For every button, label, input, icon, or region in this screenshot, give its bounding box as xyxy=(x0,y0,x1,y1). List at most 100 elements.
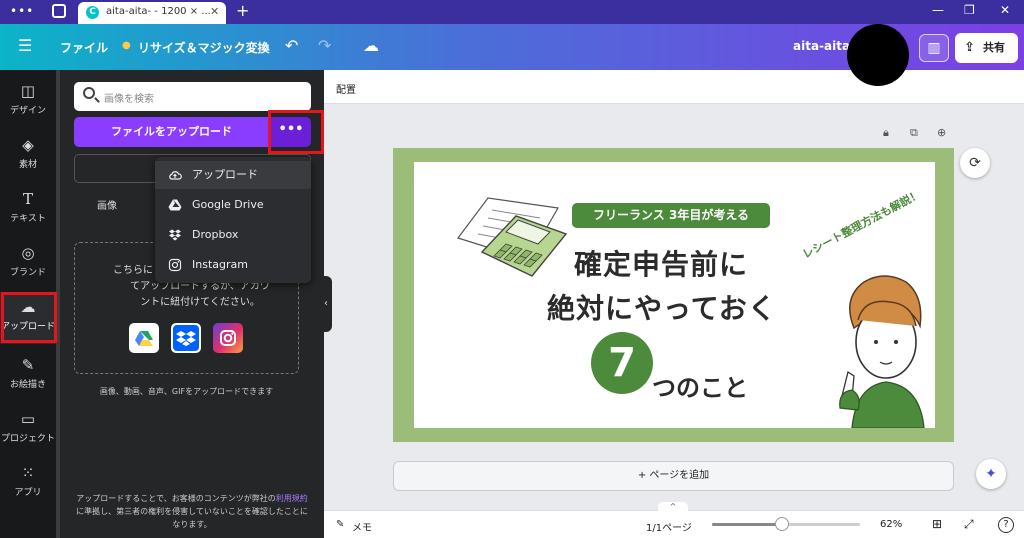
rail-label: テキスト xyxy=(10,214,46,224)
menu-item-label: Instagram xyxy=(192,258,248,271)
calculator-receipt-illustration xyxy=(457,197,568,277)
google-drive-icon[interactable] xyxy=(129,323,159,353)
rail-label: お絵描き xyxy=(9,380,46,390)
menu-item-instagram[interactable]: Instagram xyxy=(155,251,311,279)
tab-title: aita-aita- - 1200 × ... xyxy=(106,6,211,17)
terms-link[interactable]: 利用規約 xyxy=(276,494,308,503)
terms-text-end: に準拠し、第三者の権利を侵害していないことを確認したことになります。 xyxy=(76,507,308,529)
rail-item-draw[interactable]: ✎ お絵描き xyxy=(0,350,56,402)
collapse-panel-handle[interactable]: ‹ xyxy=(320,276,332,332)
new-tab-icon[interactable]: + xyxy=(236,1,249,20)
design-headline-1[interactable]: 確定申告前に xyxy=(574,243,748,283)
search-placeholder: 画像を検索 xyxy=(104,94,154,105)
design-icon: ◫ xyxy=(20,82,36,100)
duplicate-icon[interactable]: ⧉ xyxy=(910,126,918,140)
file-menu[interactable]: ファイル xyxy=(60,39,108,56)
rail-item-projects[interactable]: ▭ プロジェクト xyxy=(0,404,56,456)
expand-pages-handle[interactable]: ^ xyxy=(658,502,688,512)
dropbox-icon[interactable] xyxy=(171,323,201,353)
rail-item-design[interactable]: ◫ デザイン xyxy=(0,76,56,128)
rail-label: アプリ xyxy=(14,488,42,498)
help-icon[interactable]: ? xyxy=(998,517,1014,533)
add-page-button[interactable]: + ページを追加 xyxy=(393,461,954,491)
fullscreen-icon[interactable]: ⤢ xyxy=(964,517,974,532)
browser-tab-bar: ••• C aita-aita- - 1200 × ... ✕ + — ❐ ✕ xyxy=(0,0,1024,24)
upload-files-button[interactable]: ファイルをアップロード xyxy=(74,117,269,147)
zoom-slider-knob[interactable] xyxy=(775,517,789,531)
notes-button[interactable]: メモ xyxy=(352,519,372,534)
restore-icon[interactable]: ❐ xyxy=(964,3,975,17)
menu-item-label: Google Drive xyxy=(192,198,264,211)
terms-note: アップロードすることで、お客様のコンテンツが弊社の利用規約に準拠し、第三者の権利… xyxy=(74,492,310,531)
minimize-icon[interactable]: — xyxy=(932,3,944,17)
zoom-slider-fill xyxy=(712,523,782,526)
close-tab-icon[interactable]: ✕ xyxy=(210,5,219,18)
design-suffix-text[interactable]: つのこと xyxy=(652,368,748,403)
dropbox-icon xyxy=(169,229,181,241)
rail-label: プロジェクト xyxy=(0,434,55,444)
avatar[interactable] xyxy=(847,24,909,86)
apps-grid-icon: ⁙ xyxy=(21,464,35,482)
page-indicator[interactable]: 1/1ページ xyxy=(646,519,692,534)
text-icon: T xyxy=(22,190,33,208)
rail-label: ブランド xyxy=(9,268,46,278)
regenerate-icon[interactable]: ⟳ xyxy=(960,148,990,178)
share-icon: ⇪ xyxy=(964,40,975,55)
share-label: 共有 xyxy=(983,41,1005,54)
brand-icon: ◎ xyxy=(21,244,35,262)
elements-icon: ◈ xyxy=(22,136,34,154)
design-number-circle[interactable]: 7 xyxy=(591,332,653,394)
lock-icon[interactable]: 🔒︎ xyxy=(883,126,889,140)
notes-icon[interactable]: ✎ xyxy=(336,519,344,530)
user-name[interactable]: aita-aita- xyxy=(793,39,855,53)
rail-item-apps[interactable]: ⁙ アプリ xyxy=(0,458,56,510)
design-badge[interactable]: フリーランス 3年目が考える xyxy=(572,203,770,228)
undo-icon[interactable]: ↶ xyxy=(285,36,298,55)
terms-text: アップロードすることで、お客様のコンテンツが弊社の xyxy=(76,494,276,503)
resize-magic-button[interactable]: リサイズ＆マジック変換 xyxy=(138,39,270,56)
context-toolbar: 配置 xyxy=(324,70,1024,104)
rail-item-text[interactable]: T テキスト xyxy=(0,184,56,236)
design-headline-2[interactable]: 絶対にやっておく xyxy=(547,287,777,327)
share-button[interactable]: ⇪ 共有 xyxy=(955,33,1018,63)
folder-icon: ▭ xyxy=(20,410,36,428)
search-input[interactable]: 画像を検索 xyxy=(74,82,311,111)
rail-label: 素材 xyxy=(18,160,37,170)
insights-icon[interactable]: ▥ xyxy=(919,34,949,62)
highlight-uploads xyxy=(1,292,57,343)
rail-item-brand[interactable]: ◎ ブランド xyxy=(0,238,56,290)
crown-icon: ● xyxy=(122,40,131,51)
menu-item-upload[interactable]: アップロード xyxy=(155,161,311,189)
menu-icon[interactable]: ☰ xyxy=(18,36,32,55)
google-drive-icon xyxy=(168,199,182,211)
redo-icon[interactable]: ↷ xyxy=(318,36,331,55)
magic-sparkle-icon[interactable]: ✦ xyxy=(976,459,1006,489)
browser-tab[interactable]: C aita-aita- - 1200 × ... ✕ xyxy=(78,2,226,24)
upload-cloud-icon xyxy=(169,171,182,180)
instagram-icon[interactable] xyxy=(213,323,243,353)
draw-icon: ✎ xyxy=(21,356,35,374)
add-page-icon[interactable]: ⊕ xyxy=(937,126,946,139)
upload-formats-note: 画像、動画、音声、GIFをアップロードできます xyxy=(99,387,274,396)
tab-images[interactable]: 画像 xyxy=(97,197,117,212)
instagram-icon xyxy=(168,258,182,272)
menu-item-dropbox[interactable]: Dropbox xyxy=(155,221,311,249)
person-illustration xyxy=(839,275,925,428)
arrange-button[interactable]: 配置 xyxy=(336,81,356,96)
home-icon[interactable] xyxy=(52,4,66,18)
zoom-level[interactable]: 62% xyxy=(880,519,902,530)
upload-source-menu: アップロード Google Drive Dropbox Instagram xyxy=(155,157,311,283)
bottom-toolbar: ✎ メモ 1/1ページ 62% ⊞ ⤢ ? xyxy=(324,510,1024,538)
rail-label: デザイン xyxy=(9,106,46,116)
cloud-save-icon[interactable]: ☁ xyxy=(363,36,379,55)
menu-item-google-drive[interactable]: Google Drive xyxy=(155,191,311,219)
menu-item-label: アップロード xyxy=(192,168,258,181)
window-close-icon[interactable]: ✕ xyxy=(1000,3,1010,17)
grid-view-icon[interactable]: ⊞ xyxy=(932,517,942,531)
browser-menu-icon[interactable]: ••• xyxy=(10,4,34,18)
canva-favicon-icon: C xyxy=(86,6,99,19)
search-icon xyxy=(83,87,95,99)
rail-item-elements[interactable]: ◈ 素材 xyxy=(0,130,56,182)
menu-item-label: Dropbox xyxy=(192,228,239,241)
drop-line-3: ントに紐付けてください。 xyxy=(140,297,260,308)
